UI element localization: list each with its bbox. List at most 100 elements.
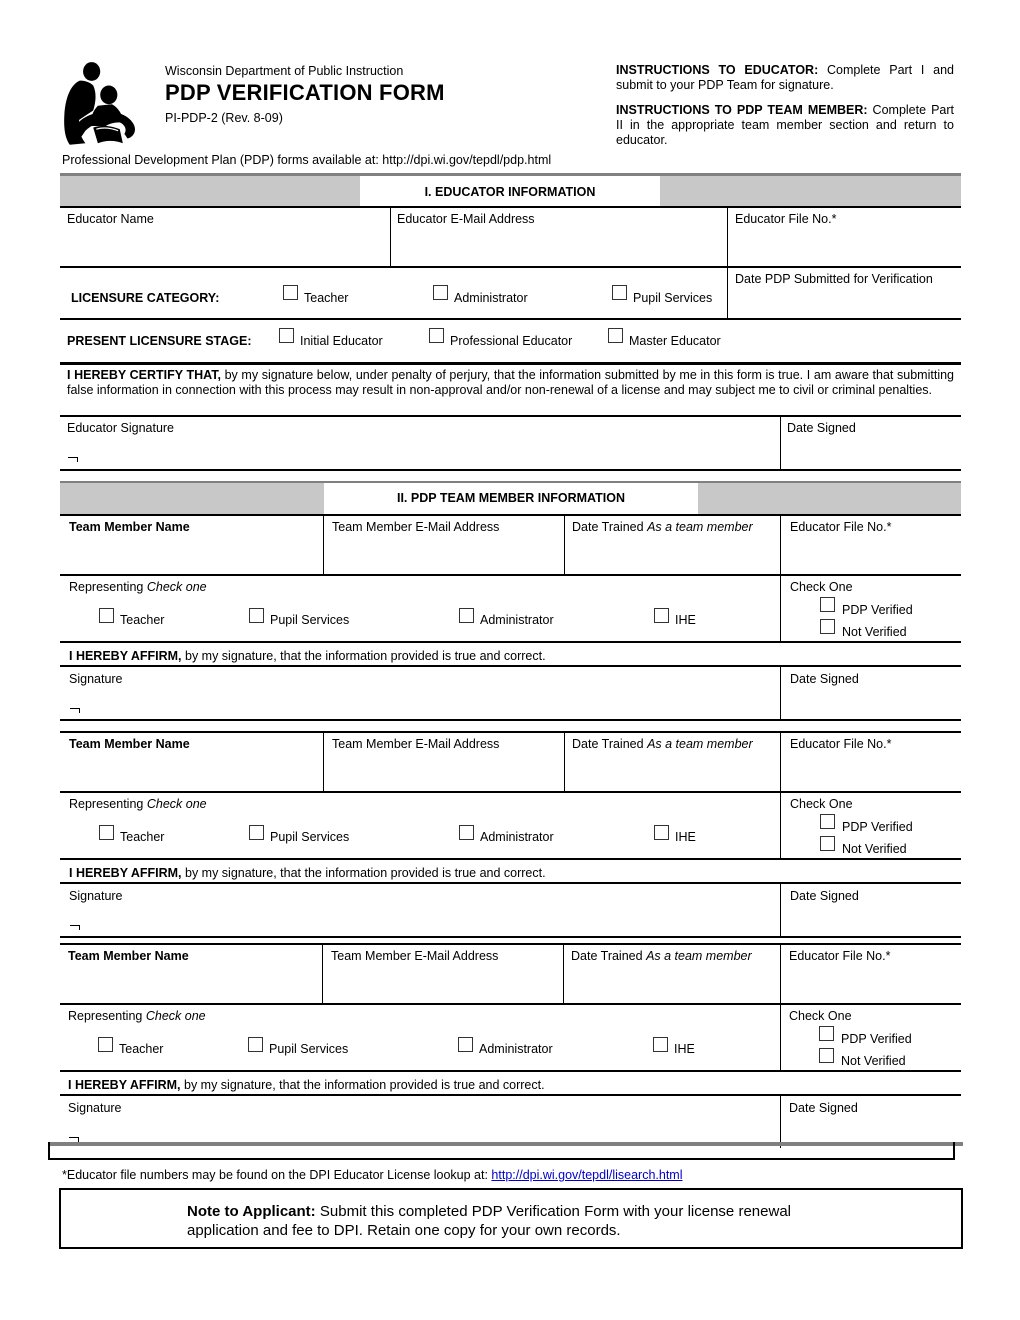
representing-ihe-label: IHE bbox=[675, 613, 696, 627]
divider bbox=[60, 362, 961, 365]
representing-ihe-checkbox[interactable] bbox=[654, 825, 669, 840]
instructions-educator-label: INSTRUCTIONS TO EDUCATOR: bbox=[616, 63, 819, 77]
educator-signature-field[interactable] bbox=[62, 437, 777, 467]
representing-pupil-services-label: Pupil Services bbox=[270, 830, 350, 844]
divider bbox=[727, 207, 728, 319]
form-title: PDP VERIFICATION FORM bbox=[165, 80, 445, 105]
affirm-bold: I HEREBY AFFIRM, bbox=[69, 866, 182, 880]
licensure-teacher-checkbox[interactable] bbox=[283, 285, 298, 300]
team-member-email-label: Team Member E-Mail Address bbox=[331, 949, 499, 963]
representing-administrator-checkbox[interactable] bbox=[459, 825, 474, 840]
affirmation-statement: I HEREBY AFFIRM, by my signature, that t… bbox=[68, 1078, 545, 1092]
team-date-signed-field[interactable] bbox=[783, 688, 958, 718]
team-signature-label: Signature bbox=[68, 1101, 122, 1115]
license-lookup-link[interactable]: http://dpi.wi.gov/tepdl/lisearch.html bbox=[491, 1168, 682, 1182]
date-trained-text: Date Trained bbox=[572, 737, 644, 751]
representing-ihe-label: IHE bbox=[674, 1042, 695, 1056]
team-date-signed-field[interactable] bbox=[783, 905, 958, 935]
divider bbox=[322, 945, 323, 1003]
team-member-name-field[interactable] bbox=[62, 753, 320, 789]
divider bbox=[60, 1003, 961, 1005]
pdp-verified-label: PDP Verified bbox=[841, 1032, 912, 1046]
team-date-signed-label: Date Signed bbox=[790, 889, 859, 903]
team-member-email-field[interactable] bbox=[326, 536, 561, 572]
team-educator-file-no-field[interactable] bbox=[783, 753, 958, 789]
representing-teacher-label: Teacher bbox=[120, 613, 165, 627]
educator-date-signed-field[interactable] bbox=[783, 437, 958, 467]
pdp-verified-checkbox[interactable] bbox=[820, 597, 835, 612]
representing-ihe-checkbox[interactable] bbox=[654, 608, 669, 623]
licensure-administrator-checkbox[interactable] bbox=[433, 285, 448, 300]
affirm-text: by my signature, that the information pr… bbox=[181, 649, 546, 663]
divider bbox=[323, 733, 324, 791]
team-member-name-field[interactable] bbox=[62, 965, 320, 1001]
not-verified-checkbox[interactable] bbox=[820, 836, 835, 851]
divider bbox=[60, 469, 961, 471]
team-member-email-field[interactable] bbox=[326, 753, 561, 789]
divider bbox=[60, 719, 961, 721]
team-member-email-field[interactable] bbox=[326, 965, 561, 1001]
not-verified-checkbox[interactable] bbox=[819, 1048, 834, 1063]
note-bold: Note to Applicant: bbox=[187, 1203, 316, 1220]
representing-teacher-checkbox[interactable] bbox=[99, 825, 114, 840]
representing-text: Representing bbox=[68, 1009, 143, 1023]
team-educator-file-no-field[interactable] bbox=[783, 536, 958, 572]
team-signature-field[interactable] bbox=[62, 905, 777, 935]
educator-file-no-field[interactable] bbox=[730, 228, 958, 264]
stage-initial-checkbox[interactable] bbox=[279, 328, 294, 343]
date-trained-field[interactable] bbox=[567, 965, 777, 1001]
representing-teacher-checkbox[interactable] bbox=[99, 608, 114, 623]
divider bbox=[60, 206, 961, 208]
representing-pupil-services-label: Pupil Services bbox=[270, 613, 350, 627]
licensure-teacher-label: Teacher bbox=[304, 291, 349, 305]
section-header-bar-left bbox=[60, 176, 360, 206]
educator-email-field[interactable] bbox=[393, 228, 723, 264]
representing-pupil-services-checkbox[interactable] bbox=[249, 608, 264, 623]
team-educator-file-no-label: Educator File No.* bbox=[789, 949, 891, 963]
representing-administrator-label: Administrator bbox=[480, 830, 554, 844]
not-verified-checkbox[interactable] bbox=[820, 619, 835, 634]
date-trained-field[interactable] bbox=[567, 536, 777, 572]
section-title-educator-info: I. EDUCATOR INFORMATION bbox=[360, 176, 660, 206]
representing-administrator-checkbox[interactable] bbox=[459, 608, 474, 623]
divider bbox=[390, 207, 391, 267]
divider bbox=[780, 1096, 781, 1148]
representing-teacher-checkbox[interactable] bbox=[98, 1037, 113, 1052]
date-trained-text: Date Trained bbox=[571, 949, 643, 963]
divider bbox=[48, 1158, 955, 1160]
pdp-verified-checkbox[interactable] bbox=[819, 1026, 834, 1041]
representing-ihe-checkbox[interactable] bbox=[653, 1037, 668, 1052]
divider bbox=[780, 884, 781, 936]
section-header-bar-right bbox=[698, 483, 961, 514]
date-trained-field[interactable] bbox=[567, 753, 777, 789]
team-educator-file-no-field[interactable] bbox=[783, 965, 958, 1001]
team-member-name-field[interactable] bbox=[62, 536, 320, 572]
divider bbox=[564, 516, 565, 574]
date-submitted-field[interactable] bbox=[730, 288, 958, 316]
divider bbox=[323, 516, 324, 574]
representing-pupil-services-label: Pupil Services bbox=[269, 1042, 349, 1056]
representing-teacher-label: Teacher bbox=[119, 1042, 164, 1056]
pdp-verified-checkbox[interactable] bbox=[820, 814, 835, 829]
representing-label: Representing Check one bbox=[69, 797, 207, 811]
licensure-pupil-services-checkbox[interactable] bbox=[612, 285, 627, 300]
stage-professional-checkbox[interactable] bbox=[429, 328, 444, 343]
divider bbox=[60, 1094, 961, 1096]
team-signature-field[interactable] bbox=[62, 688, 777, 718]
team-signature-label: Signature bbox=[69, 889, 123, 903]
representing-administrator-checkbox[interactable] bbox=[458, 1037, 473, 1052]
stage-professional-label: Professional Educator bbox=[450, 334, 573, 348]
divider bbox=[780, 733, 781, 859]
affirm-bold: I HEREBY AFFIRM, bbox=[69, 649, 182, 663]
representing-administrator-label: Administrator bbox=[480, 613, 554, 627]
team-member-name-label: Team Member Name bbox=[69, 520, 190, 534]
educator-name-field[interactable] bbox=[62, 228, 387, 264]
team-member-name-label: Team Member Name bbox=[68, 949, 189, 963]
representing-pupil-services-checkbox[interactable] bbox=[248, 1037, 263, 1052]
divider bbox=[60, 943, 961, 945]
divider bbox=[60, 858, 961, 860]
representing-pupil-services-checkbox[interactable] bbox=[249, 825, 264, 840]
stage-master-checkbox[interactable] bbox=[608, 328, 623, 343]
representing-teacher-label: Teacher bbox=[120, 830, 165, 844]
educator-name-label: Educator Name bbox=[67, 212, 154, 226]
